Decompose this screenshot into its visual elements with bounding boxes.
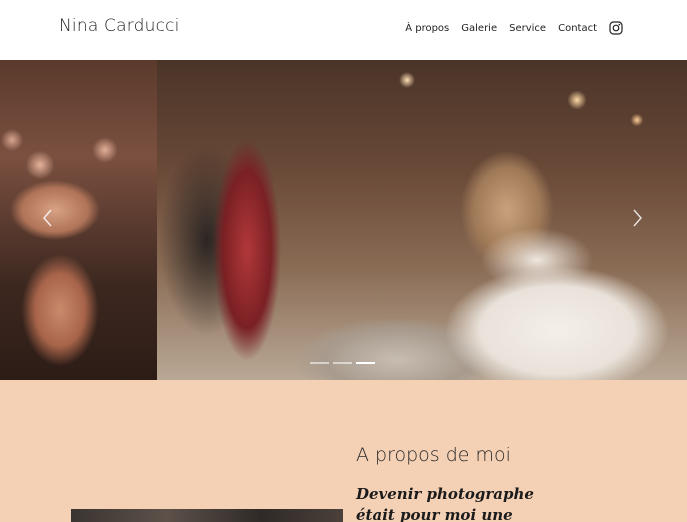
hero-photo-wedding	[157, 60, 687, 380]
main-nav: À propos Galerie Service Contact	[405, 21, 623, 35]
nav-link-galerie[interactable]: Galerie	[461, 23, 497, 34]
about-section: A propos de moi Devenir photographe étai…	[0, 380, 687, 522]
carousel-indicator-3[interactable]	[356, 362, 375, 364]
chevron-left-icon	[43, 209, 52, 227]
nav-link-service[interactable]: Service	[509, 23, 546, 34]
hero-photo-crowd	[0, 60, 157, 380]
carousel-next-button[interactable]	[627, 206, 647, 230]
site-header: Nina Carducci À propos Galerie Service C…	[0, 0, 687, 60]
hero-carousel	[0, 60, 687, 380]
chevron-right-icon	[633, 209, 642, 227]
about-subtitle: Devenir photographe était pour moi une	[356, 485, 534, 522]
about-title: A propos de moi	[356, 444, 511, 466]
nav-link-contact[interactable]: Contact	[558, 23, 597, 34]
carousel-indicator-1[interactable]	[310, 362, 329, 364]
nav-link-a-propos[interactable]: À propos	[405, 23, 449, 34]
brand-name[interactable]: Nina Carducci	[59, 16, 180, 36]
carousel-prev-button[interactable]	[38, 206, 58, 230]
about-portrait-photo	[71, 509, 343, 522]
instagram-icon[interactable]	[609, 21, 623, 35]
carousel-indicator-2[interactable]	[333, 362, 352, 364]
carousel-indicators	[310, 362, 375, 364]
